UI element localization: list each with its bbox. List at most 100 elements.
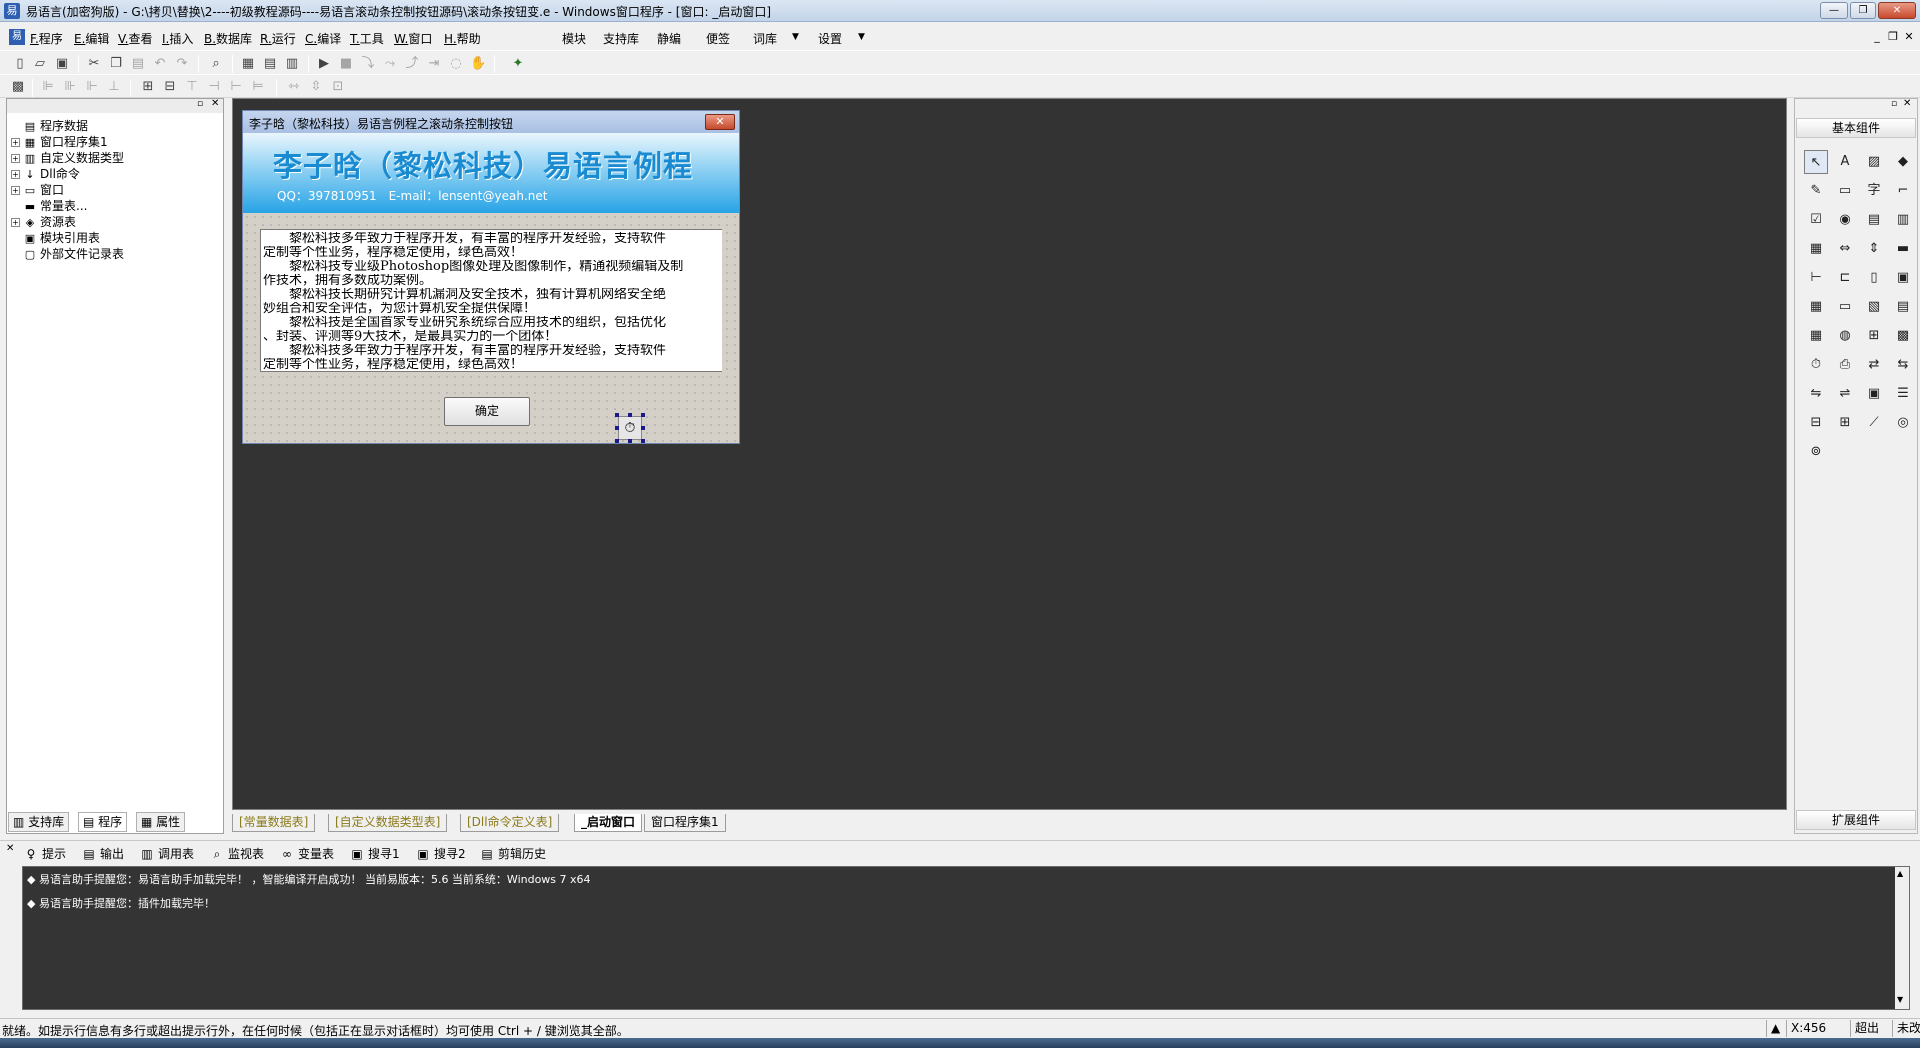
layout3-icon[interactable]: ▥ [284, 56, 300, 72]
menu-compile[interactable]: C.编译 [305, 30, 341, 47]
tab-datatype-table[interactable]: [自定义数据类型表] [328, 814, 448, 832]
redo-icon[interactable]: ↷ [174, 56, 190, 72]
network-icon[interactable]: ⇄ [1862, 353, 1886, 377]
output-tab[interactable]: ▥ 调用表 [140, 845, 194, 863]
scroll-up-icon[interactable]: ▲ [1897, 869, 1903, 878]
mdi-close-button[interactable]: ✕ [1902, 30, 1916, 44]
menu-settings[interactable]: 设置 [818, 30, 842, 47]
paste-icon[interactable]: ▤ [130, 56, 146, 72]
close-button[interactable]: ✕ [1878, 2, 1916, 19]
date-box-icon[interactable]: ▦ [1804, 295, 1828, 319]
tree-item[interactable]: + ▦ 窗口程序集1 [11, 133, 108, 149]
tree-item[interactable]: ▢ 外部文件记录表 [11, 245, 124, 261]
wordlib-dropdown-icon[interactable]: ▼ [792, 32, 799, 42]
undo-icon[interactable]: ↶ [152, 56, 168, 72]
settings-dropdown-icon[interactable]: ▼ [858, 32, 865, 42]
output-close-icon[interactable]: ✕ [6, 843, 14, 854]
output-tab[interactable]: ⌕ 监视表 [210, 845, 264, 863]
basic-components-header[interactable]: 基本组件 [1796, 118, 1916, 138]
folder-icon[interactable]: ▧ [1862, 295, 1886, 319]
menu-view[interactable]: V.查看 [118, 30, 153, 47]
minimize-button[interactable]: — [1820, 2, 1848, 19]
form-caption-bar[interactable]: 李子晗（黎松科技）易语言例程之滚动条控制按钮 ✕ [243, 111, 739, 133]
hscroll-icon[interactable]: ⇔ [1833, 237, 1857, 261]
menu-wordlib[interactable]: 词库 [753, 30, 777, 47]
button-icon[interactable]: ▭ [1833, 179, 1857, 203]
step-into-icon[interactable]: ⤵ [360, 56, 376, 72]
resize-handle[interactable] [641, 426, 645, 430]
tree-ctl-icon[interactable]: ⊟ [1804, 411, 1828, 435]
panel-close-icon[interactable]: ✕ [1903, 98, 1911, 109]
output-tab[interactable]: ▣ 搜寻2 [416, 845, 465, 863]
run-icon[interactable]: ▶ [316, 56, 332, 72]
output-tab[interactable]: ♀ 提示 [24, 845, 66, 863]
tab-properties[interactable]: ▦ 属性 [136, 812, 186, 832]
resize-handle[interactable] [628, 439, 632, 443]
new-file-icon[interactable]: ▯ [12, 56, 28, 72]
same-size-icon[interactable]: ⊢ [228, 79, 244, 95]
banner-image[interactable]: 李子晗（黎松科技）易语言例程 QQ：397810951 E-mail：lense… [243, 133, 739, 213]
expand-icon[interactable]: + [11, 170, 20, 179]
tree-item[interactable]: + ▥ 自定义数据类型 [11, 149, 124, 165]
mdi-restore-button[interactable]: ❐ [1886, 30, 1900, 44]
tree-item[interactable]: ▬ 常量表... [11, 197, 88, 213]
output-scrollbar[interactable]: ▲ ▼ [1895, 867, 1909, 1009]
expand-icon[interactable]: + [11, 186, 20, 195]
resize-handle[interactable] [615, 426, 619, 430]
tab-control-icon[interactable]: ⊏ [1833, 266, 1857, 290]
panel-float-icon[interactable]: ▫ [1891, 99, 1897, 109]
extended-components-header[interactable]: 扩展组件 [1796, 810, 1916, 830]
grid-icon[interactable]: ▦ [1804, 237, 1828, 261]
tree-item[interactable]: ▣ 模块引用表 [11, 229, 100, 245]
output-tab[interactable]: ∞ 变量表 [280, 845, 334, 863]
expand-icon[interactable]: + [11, 218, 20, 227]
socket-icon[interactable]: ⇌ [1833, 382, 1857, 406]
layout2-icon[interactable]: ▤ [262, 56, 278, 72]
menu-tools[interactable]: T.工具 [350, 30, 384, 47]
menu-window[interactable]: W.窗口 [394, 30, 432, 47]
tree-item[interactable]: ▤ 程序数据 [11, 117, 88, 133]
grid-toggle-icon[interactable]: ▩ [10, 79, 26, 95]
tab-startup-window[interactable]: _启动窗口 [574, 814, 643, 832]
shape-icon[interactable]: ◆ [1891, 150, 1915, 174]
same-width-icon[interactable]: ⊤ [184, 79, 200, 95]
menu-insert[interactable]: I.插入 [162, 30, 193, 47]
text-icon[interactable]: 字 [1862, 179, 1886, 203]
scroll-down-icon[interactable]: ▼ [1897, 995, 1903, 1004]
spacing-h-icon[interactable]: ⇿ [286, 79, 302, 95]
tab-dll-table[interactable]: [Dll命令定义表] [460, 814, 560, 832]
open-file-icon[interactable]: ▱ [32, 56, 48, 72]
radio-icon[interactable]: ◉ [1833, 208, 1857, 232]
ruler-icon[interactable]: ⊞ [1862, 324, 1886, 348]
copy-icon[interactable]: ❐ [108, 56, 124, 72]
center-h-icon[interactable]: ⊞ [140, 79, 156, 95]
align-right-icon[interactable]: ⊩ [84, 79, 100, 95]
step-out-icon[interactable]: ⤴ [404, 56, 420, 72]
menu-static-compile[interactable]: 静编 [657, 30, 681, 47]
list-ctl-icon[interactable]: ⊞ [1833, 411, 1857, 435]
table-icon[interactable]: ▦ [1804, 324, 1828, 348]
menu-program[interactable]: F.程序 [30, 30, 63, 47]
run-to-cursor-icon[interactable]: ⇥ [426, 56, 442, 72]
vscroll-icon[interactable]: ⇕ [1862, 237, 1886, 261]
layout1-icon[interactable]: ▦ [240, 56, 256, 72]
resize-handle[interactable] [615, 439, 619, 443]
progress-icon[interactable]: ▬ [1891, 237, 1915, 261]
panel-float-icon[interactable]: ▫ [197, 99, 203, 109]
file-icon[interactable]: ▤ [1891, 295, 1915, 319]
space-h-icon[interactable]: ⊨ [250, 79, 266, 95]
tree-item[interactable]: + ◈ 资源表 [11, 213, 76, 229]
odbc-icon[interactable]: ◎ [1891, 411, 1915, 435]
step-over-icon[interactable]: ⤳ [382, 56, 398, 72]
menu-run[interactable]: R.运行 [260, 30, 296, 47]
resize-handle[interactable] [628, 413, 632, 417]
tab-program[interactable]: ▤ 程序 [78, 812, 128, 832]
center-v-icon[interactable]: ⊟ [162, 79, 178, 95]
expand-icon[interactable]: + [11, 138, 20, 147]
tree-item[interactable]: + ▭ 窗口 [11, 181, 64, 197]
same-height-icon[interactable]: ⊣ [206, 79, 222, 95]
calendar-icon[interactable]: ▭ [1833, 295, 1857, 319]
menu-database[interactable]: B.数据库 [204, 30, 252, 47]
intro-editbox[interactable]: 黎松科技多年致力于程序开发，有丰富的程序开发经验，支持软件 定制等个性业务，程序稳… [260, 229, 722, 372]
db-icon[interactable]: ◍ [1833, 324, 1857, 348]
